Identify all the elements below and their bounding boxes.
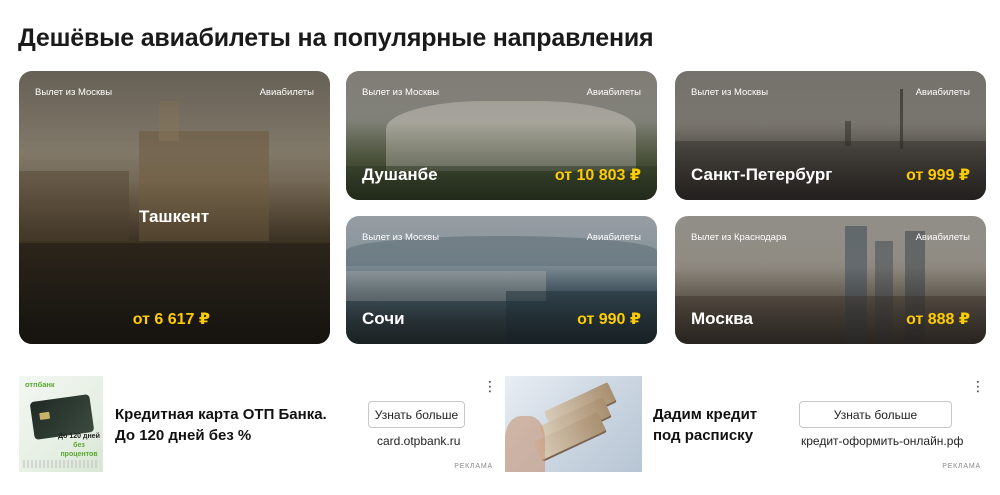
destination-card-sochi[interactable]: Вылет из Москвы Авиабилеты Сочи от 990 ₽ xyxy=(346,216,657,344)
more-options-icon[interactable]: ⋮ xyxy=(971,379,985,393)
category-label: Авиабилеты xyxy=(915,87,970,98)
category-label: Авиабилеты xyxy=(259,87,314,98)
learn-more-button[interactable]: Узнать больше xyxy=(368,401,465,428)
departure-label: Вылет из Москвы xyxy=(35,87,113,98)
ad-title[interactable]: Дадим кредит под расписку xyxy=(653,404,757,446)
ad-label: РЕКЛАМА xyxy=(454,463,493,470)
city-name: Санкт-Петербург xyxy=(691,165,833,184)
ad-domain-link[interactable]: кредит-оформить-онлайн.рф xyxy=(801,434,963,448)
destination-card-moscow[interactable]: Вылет из Краснодара Авиабилеты Москва от… xyxy=(675,216,986,344)
departure-label: Вылет из Москвы xyxy=(362,232,440,243)
ad-block-otp[interactable]: отпбанк До 120 дней без процентов Кредит… xyxy=(19,376,497,472)
ad-domain-link[interactable]: card.otpbank.ru xyxy=(377,434,460,448)
ad-image-promo: До 120 дней без процентов xyxy=(58,433,100,458)
destination-card-dushanbe[interactable]: Вылет из Москвы Авиабилеты Душанбе от 10… xyxy=(346,71,657,200)
price: от 6 617 ₽ xyxy=(132,311,210,328)
price: от 10 803 ₽ xyxy=(554,167,641,184)
category-label: Авиабилеты xyxy=(586,232,641,243)
ad-image xyxy=(505,376,642,472)
city-name: Сочи xyxy=(362,309,405,328)
city-name: Москва xyxy=(691,309,753,328)
destination-card-tashkent[interactable]: Вылет из Москвы Авиабилеты Ташкент от 6 … xyxy=(19,71,330,344)
learn-more-button[interactable]: Узнать больше xyxy=(799,401,952,428)
departure-label: Вылет из Краснодара xyxy=(691,232,787,243)
ad-block-credit[interactable]: Дадим кредит под расписку Узнать больше … xyxy=(505,376,985,472)
category-label: Авиабилеты xyxy=(586,87,641,98)
otp-logo: отпбанк xyxy=(25,380,55,389)
price: от 999 ₽ xyxy=(906,167,970,184)
city-name: Душанбе xyxy=(362,165,438,184)
more-options-icon[interactable]: ⋮ xyxy=(483,379,497,393)
destination-card-saint-petersburg[interactable]: Вылет из Москвы Авиабилеты Санкт-Петербу… xyxy=(675,71,986,200)
ad-fine-print xyxy=(23,460,99,468)
section-title: Дешёвые авиабилеты на популярные направл… xyxy=(18,24,654,52)
ad-title[interactable]: Кредитная карта ОТП Банка. До 120 дней б… xyxy=(115,404,327,446)
category-label: Авиабилеты xyxy=(915,232,970,243)
departure-label: Вылет из Москвы xyxy=(362,87,440,98)
price: от 888 ₽ xyxy=(906,311,970,328)
ad-label: РЕКЛАМА xyxy=(942,463,981,470)
ad-image: отпбанк До 120 дней без процентов xyxy=(19,376,103,472)
price: от 990 ₽ xyxy=(577,311,641,328)
departure-label: Вылет из Москвы xyxy=(691,87,769,98)
city-name: Ташкент xyxy=(139,207,210,226)
